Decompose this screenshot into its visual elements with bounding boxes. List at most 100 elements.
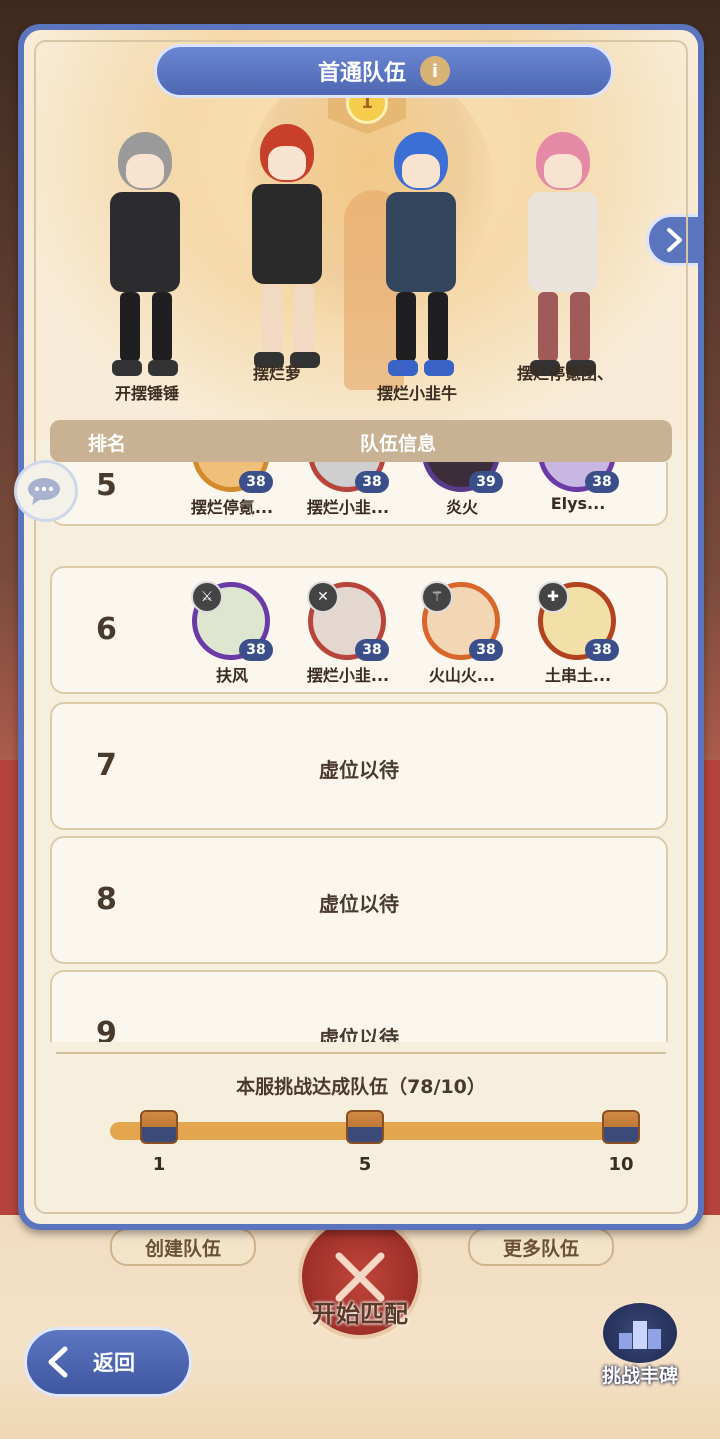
character-face — [268, 146, 306, 180]
member-name: 炎火 — [445, 498, 478, 517]
header-rank: 排名 — [88, 433, 127, 455]
team-member[interactable]: 39 炎火 — [402, 462, 512, 518]
team-member[interactable]: 38 摆烂停氪... — [172, 462, 282, 518]
member-avatar: ⚚ 38 — [421, 581, 503, 661]
panel-body: 1 开摆锤锤 摆烂萝 摆烂小韭牛 摆烂停氪团、 首通队伍 i 排名 队伍信息 5… — [24, 30, 698, 1224]
level-badge: 38 — [585, 639, 619, 661]
chat-bubble-icon[interactable] — [14, 460, 78, 522]
empty-slot-label: 虚位以待 — [319, 758, 399, 782]
ranking-row[interactable]: 5 38 摆烂停氪... 38 摆烂小韭... 39 炎火 38 Elys... — [50, 462, 668, 526]
ranking-header: 排名 队伍信息 — [50, 420, 672, 462]
level-badge: 38 — [239, 471, 273, 493]
character-leg — [570, 292, 590, 362]
team-member[interactable]: ✕ 38 摆烂小韭... — [288, 576, 398, 686]
character-name-4: 摆烂停氪团、 — [516, 364, 613, 383]
team-member[interactable]: ⚚ 38 火山火... — [402, 576, 512, 686]
milestone-label: 1 — [152, 1154, 166, 1175]
level-badge: 38 — [239, 639, 273, 661]
role-icon: ✕ — [307, 581, 339, 613]
team-member[interactable]: 38 Elys... — [518, 462, 628, 518]
member-name: 火山火... — [428, 666, 496, 685]
panel-title: 首通队伍 — [317, 61, 406, 86]
treasure-chest-icon[interactable] — [140, 1110, 178, 1144]
character-shoe — [148, 360, 178, 376]
ranking-row[interactable]: 8 虚位以待 — [50, 836, 668, 964]
trophy-label: 挑战丰碑 — [601, 1365, 678, 1387]
member-avatar: ⚔ 38 — [191, 581, 273, 661]
member-name: 摆烂停氪... — [190, 498, 274, 517]
member-name: 扶风 — [215, 666, 248, 685]
rank-number: 5 — [96, 468, 117, 503]
ranking-row[interactable]: 9 虚位以待 — [50, 970, 668, 1042]
team-member[interactable]: ✚ 38 土串土... — [518, 576, 628, 686]
info-icon[interactable]: i — [420, 56, 450, 86]
character-outfit — [528, 192, 598, 292]
character-leg — [538, 292, 558, 362]
member-avatar: ✕ 38 — [307, 581, 389, 661]
member-name: 摆烂小韭... — [306, 666, 390, 685]
treasure-chest-icon[interactable] — [346, 1110, 384, 1144]
role-icon: ✚ — [537, 581, 569, 613]
character-1[interactable] — [82, 122, 202, 402]
character-shoe — [388, 360, 418, 376]
member-avatar: 39 — [422, 462, 503, 493]
level-badge: 38 — [585, 471, 619, 493]
character-outfit — [386, 192, 456, 292]
background-left-strip — [0, 760, 20, 1220]
level-badge: 38 — [469, 639, 503, 661]
character-leg — [396, 292, 416, 362]
create-team-button[interactable]: 创建队伍 — [110, 1228, 256, 1266]
milestone-label: 5 — [358, 1154, 372, 1175]
back-arrow-icon — [48, 1346, 68, 1378]
progress-title: 本服挑战达成队伍（78/10） — [236, 1076, 486, 1098]
character-shoe — [112, 360, 142, 376]
character-leg — [120, 292, 140, 362]
empty-slot-label: 虚位以待 — [319, 892, 399, 916]
panel-title-bar: 首通队伍 i — [154, 44, 614, 98]
character-leg — [152, 292, 172, 362]
member-avatar: 38 — [308, 462, 389, 493]
character-3[interactable] — [358, 122, 478, 402]
treasure-chest-icon[interactable] — [602, 1110, 640, 1144]
empty-slot-label: 虚位以待 — [319, 1026, 399, 1042]
role-icon: ⚔ — [191, 581, 223, 613]
back-label: 返回 — [93, 1351, 135, 1375]
start-match-label: 开始匹配 — [312, 1300, 408, 1328]
character-outfit — [110, 192, 180, 292]
divider — [56, 1052, 666, 1054]
character-face — [544, 154, 582, 188]
level-badge: 39 — [469, 471, 503, 493]
member-avatar: ✚ 38 — [537, 581, 619, 661]
ranking-row[interactable]: 6 ⚔ 38 扶风 ✕ 38 摆烂小韭... ⚚ 38 火山火... ✚ 38 … — [50, 566, 668, 694]
podium-icon — [603, 1303, 677, 1363]
team-member[interactable]: 38 摆烂小韭... — [288, 462, 398, 518]
level-badge: 38 — [355, 639, 389, 661]
member-name: 土串土... — [544, 666, 612, 685]
milestone-label: 10 — [608, 1154, 634, 1175]
first-clear-teams-panel: 1 开摆锤锤 摆烂萝 摆烂小韭牛 摆烂停氪团、 首通队伍 i 排名 队伍信息 5… — [18, 24, 704, 1230]
chevron-right-icon — [667, 228, 682, 252]
character-face — [402, 154, 440, 188]
ranking-list[interactable]: 5 38 摆烂停氪... 38 摆烂小韭... 39 炎火 38 Elys...… — [50, 462, 672, 1042]
level-badge: 38 — [355, 471, 389, 493]
next-team-button[interactable] — [646, 214, 698, 266]
character-leg — [428, 292, 448, 362]
role-icon: ⚚ — [421, 581, 453, 613]
member-name: Elys... — [550, 494, 606, 513]
ranking-row[interactable]: 7 虚位以待 — [50, 702, 668, 830]
character-name-3: 摆烂小韭牛 — [376, 384, 457, 403]
trophy-button[interactable]: 挑战丰碑 — [592, 1303, 688, 1389]
member-avatar: 38 — [192, 462, 273, 493]
server-progress: 本服挑战达成队伍（78/10） 1 5 10 — [50, 1052, 672, 1202]
character-leg — [294, 284, 314, 354]
back-button[interactable]: 返回 — [24, 1327, 192, 1397]
character-face — [126, 154, 164, 188]
header-team-info: 队伍信息 — [360, 433, 437, 455]
rank-number: 6 — [96, 612, 117, 647]
character-2[interactable] — [224, 114, 344, 394]
more-teams-button[interactable]: 更多队伍 — [468, 1228, 614, 1266]
team-member[interactable]: ⚔ 38 扶风 — [172, 576, 282, 686]
member-avatar: 38 — [538, 462, 619, 493]
member-name: 摆烂小韭... — [306, 498, 390, 517]
character-outfit — [252, 184, 322, 284]
